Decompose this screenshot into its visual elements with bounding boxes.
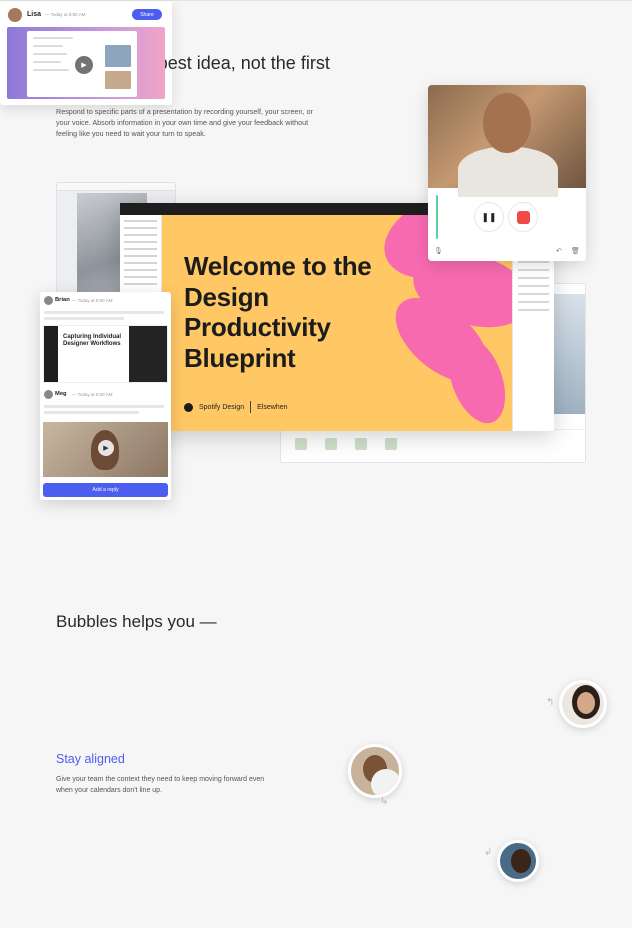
avatar-woman	[559, 680, 607, 728]
comment-author: Brian	[55, 297, 70, 303]
pause-icon: ❚❚	[481, 211, 497, 222]
window-bar	[57, 183, 175, 191]
play-icon[interactable]: ▶	[98, 440, 114, 456]
bubble-card: Lisa — Today at 8:00 AM Share ▶	[0, 1, 172, 105]
slide-logos: Spotify Design Elsewhen	[184, 401, 288, 413]
curved-arrow-icon: ↲	[484, 847, 493, 858]
avatar-man	[497, 840, 539, 882]
attachment-title: Capturing Individual Designer Workflows	[63, 334, 121, 347]
play-icon[interactable]: ▶	[75, 56, 93, 74]
logo-elsewhen: Elsewhen	[257, 403, 288, 411]
curved-arrow-icon: ↳	[380, 796, 389, 807]
curved-arrow-icon: ↰	[546, 697, 555, 708]
video-recorder: ❚❚ 🎙 ↶ 🗑	[428, 85, 586, 261]
comment-timestamp: — Today at 9:00 AM	[72, 392, 113, 397]
avatar	[8, 8, 22, 22]
spotify-icon	[184, 402, 193, 412]
stop-button[interactable]	[508, 202, 538, 232]
mic-icon[interactable]: 🎙	[434, 247, 443, 255]
undo-icon[interactable]: ↶	[556, 247, 562, 255]
logo-spotify-design: Spotify Design	[199, 403, 245, 411]
card-author: Lisa	[27, 11, 42, 18]
avatar	[44, 296, 53, 305]
thumbnail-strip	[281, 429, 585, 462]
audio-level-meter	[436, 195, 438, 239]
hero-subtitle: Respond to specific parts of a presentat…	[56, 107, 313, 138]
logo-divider	[250, 401, 252, 413]
feature-title: Stay aligned	[56, 752, 125, 766]
comment-thread: Brian — Today at 8:00 AM Capturing Indiv…	[40, 292, 171, 500]
section-heading: Bubbles helps you —	[56, 612, 217, 631]
landscape-image	[551, 294, 585, 414]
feature-description: Give your team the context they need to …	[56, 776, 265, 794]
stop-icon	[516, 210, 530, 224]
pause-button[interactable]: ❚❚	[474, 202, 504, 232]
slide-title: Welcome to the Design Productivity Bluep…	[184, 251, 372, 373]
landing-page: Work on the best idea, not the first ide…	[0, 0, 632, 928]
recording-preview: ▶	[7, 27, 165, 99]
trash-icon[interactable]: 🗑	[571, 247, 580, 255]
share-button[interactable]: Share	[132, 9, 162, 20]
shared-screen: ▶	[27, 31, 137, 97]
video-reply[interactable]: ▶	[43, 422, 168, 477]
attachment-thumbnail[interactable]: Capturing Individual Designer Workflows	[43, 325, 168, 383]
webcam-preview	[428, 85, 586, 197]
add-reply-button[interactable]: Add a reply	[43, 483, 168, 497]
card-timestamp: — Today at 8:00 AM	[45, 12, 86, 17]
comment-timestamp: — Today at 8:00 AM	[72, 298, 113, 303]
avatar-woman-with-dog	[348, 744, 402, 798]
avatar	[44, 390, 53, 399]
comment-author: Meg	[55, 391, 67, 397]
